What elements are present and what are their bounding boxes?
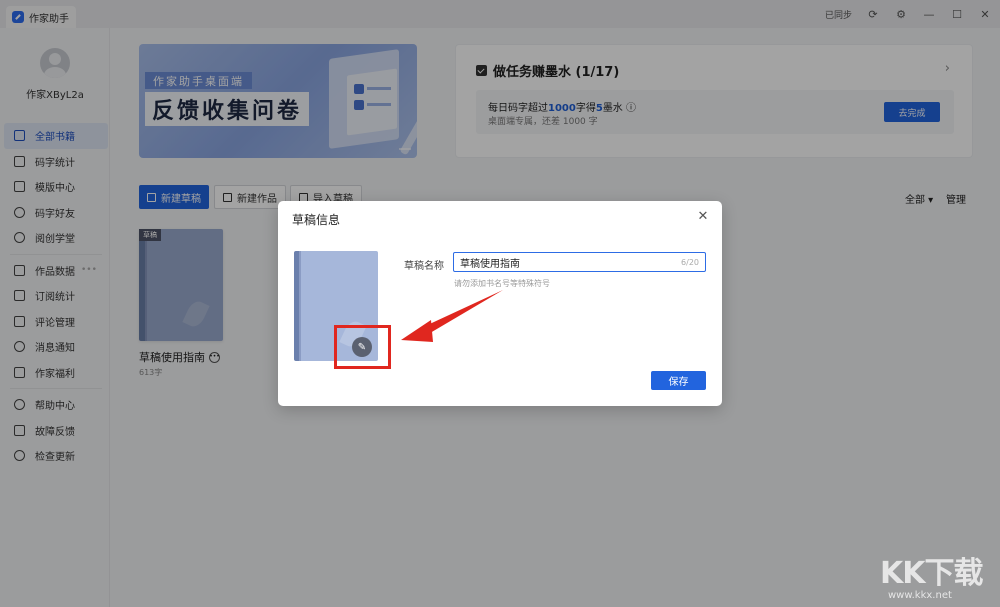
field-label: 草稿名称 (404, 261, 444, 272)
watermark-logo: KK下载 (880, 556, 983, 591)
draft-name-input[interactable]: 草稿使用指南 6/20 (453, 252, 706, 272)
char-counter: 6/20 (681, 257, 699, 267)
dialog-title: 草稿信息 (292, 213, 341, 227)
field-hint: 请勿添加书名号等特殊符号 (454, 279, 550, 288)
save-button[interactable]: 保存 (651, 371, 706, 390)
annotation-arrow (401, 290, 503, 342)
highlight-box (334, 325, 391, 369)
watermark-url: www.kkx.net (888, 590, 952, 601)
close-icon[interactable]: ✕ (696, 209, 710, 224)
